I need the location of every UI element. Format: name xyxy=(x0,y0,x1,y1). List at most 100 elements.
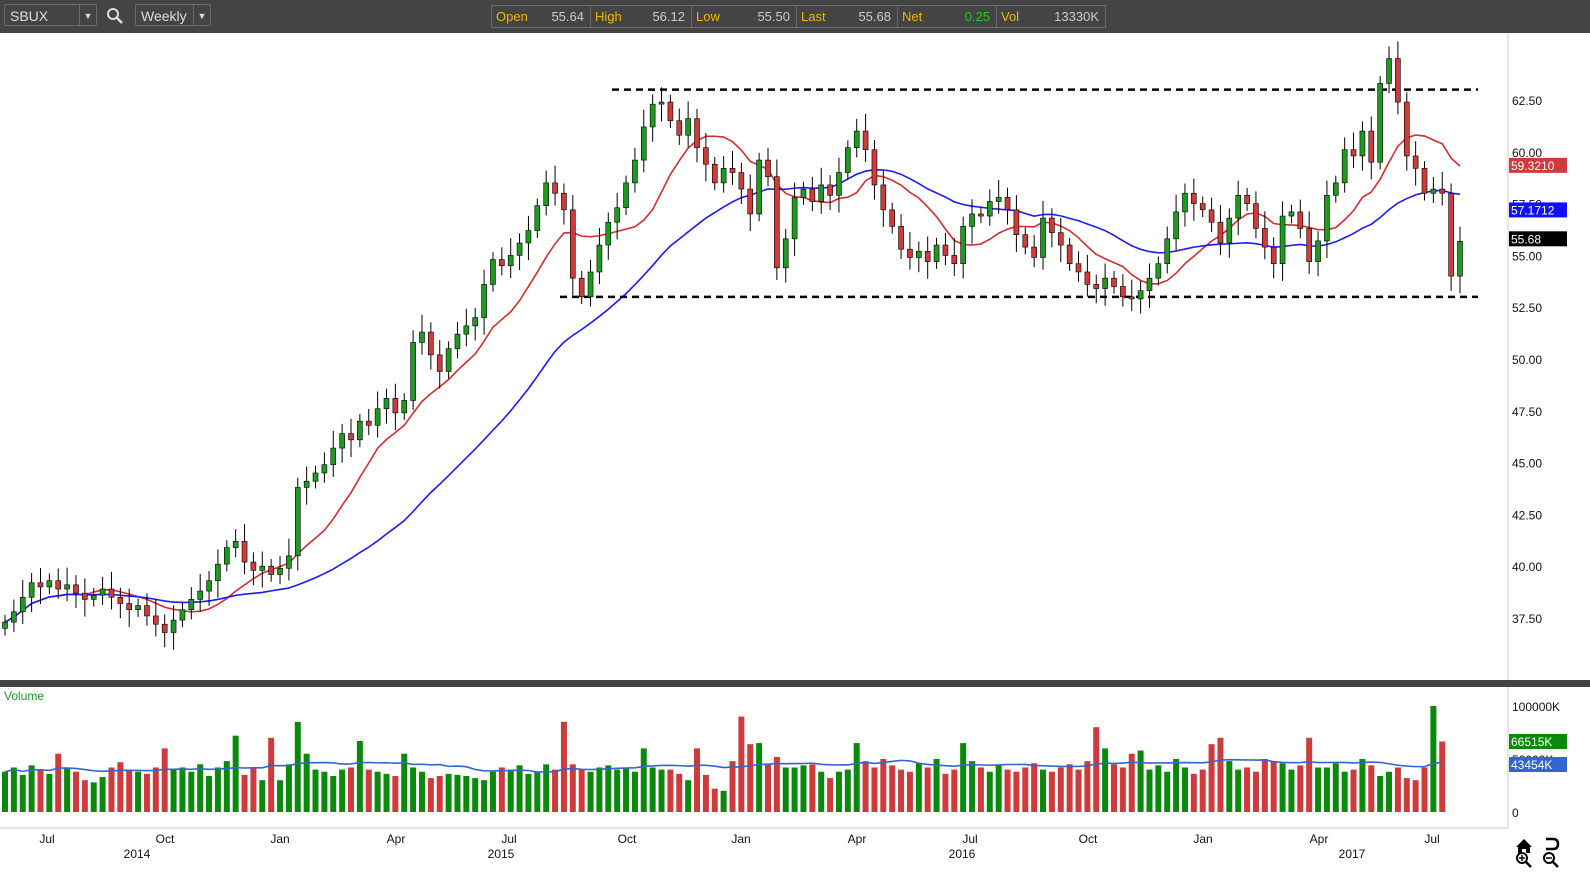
volume-bar xyxy=(747,744,754,812)
candle-body xyxy=(1270,246,1277,264)
candle-body xyxy=(436,354,443,372)
candle-body xyxy=(1199,203,1206,211)
candle-body xyxy=(1412,155,1419,169)
candle-body xyxy=(1057,232,1064,246)
volume-bar xyxy=(1146,769,1153,812)
candle-body xyxy=(19,596,26,613)
volume-bar xyxy=(1359,759,1366,812)
period-select[interactable]: Weekly ▼ xyxy=(135,4,211,26)
volume-bar xyxy=(1048,771,1055,812)
volume-bar xyxy=(720,790,727,812)
candle-body xyxy=(454,333,461,349)
volume-bar xyxy=(1412,780,1419,812)
candle-body xyxy=(1031,246,1037,258)
candle-body xyxy=(357,420,363,441)
candle-body xyxy=(995,197,1002,202)
volume-bar xyxy=(623,767,630,812)
candle-body xyxy=(853,130,860,148)
candle-body xyxy=(774,176,780,269)
candle-body xyxy=(232,541,239,548)
quote-open: Open 55.64 xyxy=(492,6,591,27)
candle-body xyxy=(1004,197,1011,211)
volume-bar xyxy=(1439,741,1446,812)
volume-bar xyxy=(880,759,887,812)
candle-body xyxy=(1155,263,1162,279)
candle-body xyxy=(481,284,487,318)
candle-body xyxy=(1315,240,1321,262)
volume-bar xyxy=(294,721,301,812)
x-tick-label: Apr xyxy=(387,832,406,846)
volume-bar xyxy=(960,743,967,812)
candle-body xyxy=(924,250,931,262)
volume-bar xyxy=(1279,763,1286,812)
candle-body xyxy=(1457,241,1463,277)
panel-divider xyxy=(0,680,1590,687)
candle-body xyxy=(472,317,479,327)
candle-body xyxy=(1191,192,1197,204)
quote-value: 13330K xyxy=(1054,9,1099,24)
volume-bar xyxy=(1394,767,1401,812)
volume-bar xyxy=(738,716,745,812)
candle-body xyxy=(862,130,869,151)
x-tick-label: Jul xyxy=(962,832,977,846)
candle-body xyxy=(907,248,913,258)
x-tick-label: Jan xyxy=(1193,832,1212,846)
candle-body xyxy=(1359,130,1366,157)
volume-bar xyxy=(507,769,514,812)
x-tick-label: Jul xyxy=(501,832,516,846)
candle-body xyxy=(871,149,878,186)
candle xyxy=(1377,76,1383,170)
candle-body xyxy=(738,172,745,190)
y-tick-label: 42.50 xyxy=(1512,508,1542,522)
candle-body xyxy=(312,472,319,482)
chevron-down-icon[interactable]: ▼ xyxy=(193,5,210,25)
volume-bar xyxy=(889,765,896,812)
candle-body xyxy=(1208,209,1215,223)
candle-body xyxy=(383,398,390,410)
volume-bar xyxy=(1261,759,1268,812)
candle-body xyxy=(791,197,798,240)
candle-body xyxy=(161,623,168,633)
candle-body xyxy=(179,609,186,621)
candle-body xyxy=(1182,192,1188,213)
search-icon[interactable] xyxy=(106,7,124,25)
candle-body xyxy=(898,226,904,250)
symbol-select[interactable]: SBUX ▼ xyxy=(4,4,97,26)
candle-body xyxy=(1439,188,1446,194)
volume-bar xyxy=(348,767,355,812)
candle-body xyxy=(55,580,62,590)
candle-body xyxy=(330,447,337,465)
volume-bar xyxy=(1075,769,1082,812)
candle-body xyxy=(250,561,257,571)
volume-bar xyxy=(143,773,150,812)
volume-bar xyxy=(383,773,390,812)
period-value: Weekly xyxy=(141,8,187,24)
volume-bar xyxy=(1084,761,1091,812)
volume-bar xyxy=(374,771,381,812)
volume-bar xyxy=(800,765,807,812)
candle-body xyxy=(46,580,53,588)
candle-body xyxy=(1120,286,1126,298)
candle-body xyxy=(1235,195,1242,219)
candle-body xyxy=(960,226,966,264)
volume-bar xyxy=(1315,767,1322,812)
volume-bar xyxy=(995,765,1002,812)
volume-bar xyxy=(1235,769,1242,812)
candle-body xyxy=(1395,58,1401,103)
volume-bar xyxy=(835,771,842,812)
chevron-down-icon[interactable]: ▼ xyxy=(79,5,96,25)
x-tick-label: Oct xyxy=(618,832,637,846)
volume-bar xyxy=(942,773,949,812)
candle-body xyxy=(516,242,523,256)
price-chart[interactable]: 37.50 40.00 42.50 45.00 47.50 50.00 52.50 55.00… xyxy=(0,33,1590,881)
volume-bar xyxy=(1208,744,1215,812)
candle-body xyxy=(1386,58,1392,84)
volume-tick-label: 0 xyxy=(1512,806,1519,820)
volume-bar xyxy=(108,767,115,812)
volume-bar xyxy=(818,771,825,812)
y-tick-label: 60.00 xyxy=(1512,146,1542,160)
volume-bar xyxy=(578,769,585,812)
candle-body xyxy=(135,605,141,611)
candle-body xyxy=(1075,263,1082,273)
candle-body xyxy=(374,408,381,426)
